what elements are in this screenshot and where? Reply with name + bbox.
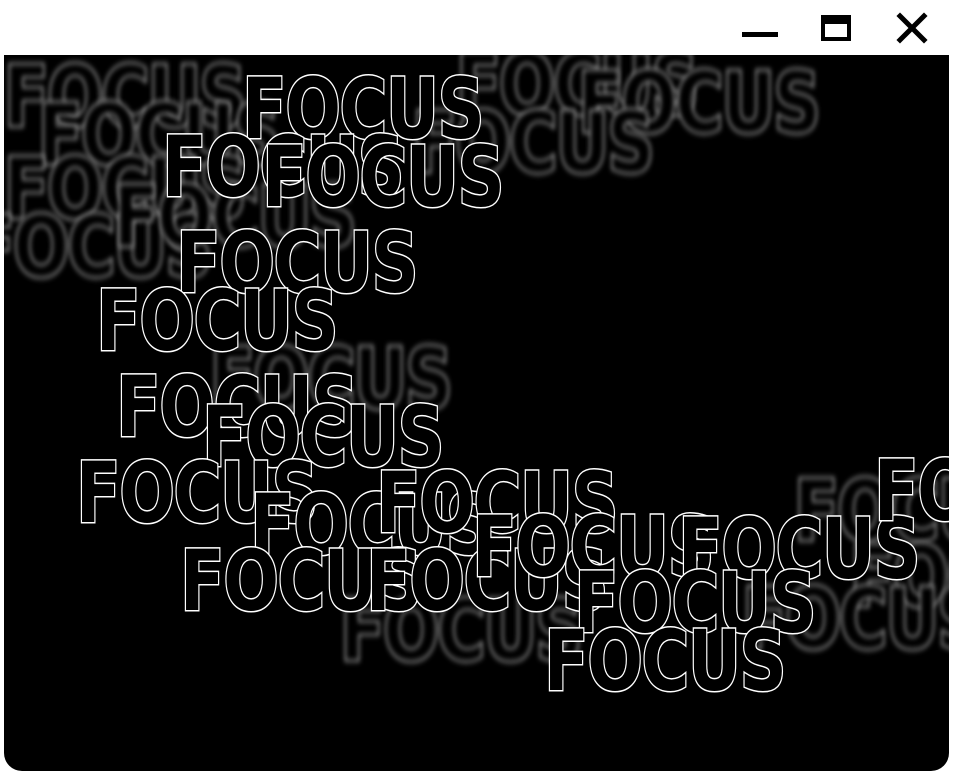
minimize-icon xyxy=(742,32,778,37)
focus-word: FOCUS xyxy=(873,442,949,540)
app-window: FOCUS FOCUS FOCUS FOCUS FOCUS FOCUS FOCU… xyxy=(0,0,953,775)
close-icon xyxy=(896,12,928,44)
maximize-button[interactable] xyxy=(814,8,858,48)
close-button[interactable] xyxy=(890,8,934,48)
title-bar[interactable] xyxy=(0,0,953,55)
focus-word: FOCUS xyxy=(543,612,788,710)
focus-word: FOCUS xyxy=(261,128,506,226)
focus-word: FOCUS xyxy=(95,272,340,370)
maximize-icon xyxy=(821,15,851,41)
minimize-button[interactable] xyxy=(738,8,782,48)
focus-canvas[interactable]: FOCUS FOCUS FOCUS FOCUS FOCUS FOCUS FOCU… xyxy=(4,55,949,771)
